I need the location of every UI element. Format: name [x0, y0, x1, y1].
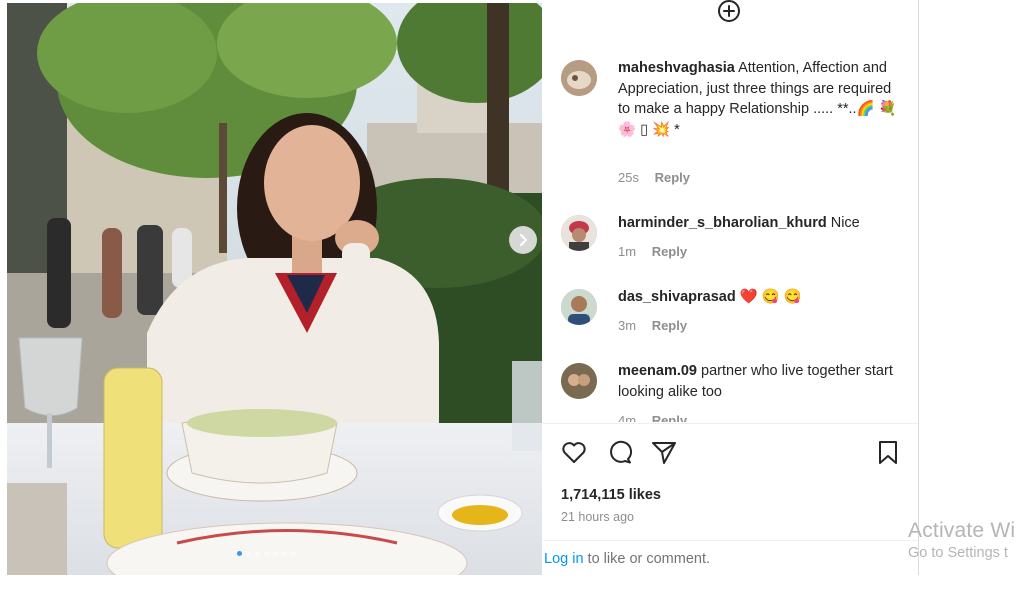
post-time: 21 hours ago — [561, 510, 634, 524]
comment-meta: 1m Reply — [618, 244, 687, 259]
reply-button[interactable]: Reply — [652, 318, 687, 333]
comment-time: 4m — [618, 413, 637, 422]
comment-text: harminder_s_bharolian_khurd Nice — [618, 213, 900, 234]
comment-text: das_shivaprasad ❤️ 😋 😋 — [618, 287, 900, 308]
avatar[interactable] — [561, 289, 597, 325]
reply-button[interactable]: Reply — [652, 413, 687, 422]
carousel-dot — [237, 551, 242, 556]
comment-username[interactable]: meenam.09 — [618, 363, 697, 379]
login-prompt: Log in to like or comment. — [543, 540, 918, 575]
bookmark-icon[interactable] — [874, 438, 902, 466]
comment-time: 3m — [618, 318, 637, 333]
post-image — [7, 3, 542, 575]
login-prompt-text: to like or comment. — [583, 551, 711, 567]
reply-button[interactable]: Reply — [655, 170, 690, 185]
comment-text: meenam.09 partner who live together star… — [618, 361, 900, 402]
paper-plane-icon[interactable] — [650, 438, 678, 466]
post-actions: 1,714,115 likes 21 hours ago Log in to l… — [543, 423, 918, 574]
avatar[interactable] — [561, 60, 597, 96]
next-photo-button[interactable] — [509, 226, 537, 254]
speech-bubble-icon[interactable] — [605, 438, 633, 466]
comment-body: ❤️ 😋 😋 — [739, 289, 802, 305]
comment-meta: 4m Reply — [618, 413, 687, 422]
likes-count[interactable]: 1,714,115 likes — [561, 487, 661, 503]
comment-body: Nice — [830, 215, 860, 231]
watermark-title: Activate Wi — [908, 519, 1016, 542]
activate-windows-watermark: Activate Wi Go to Settings t — [908, 519, 1024, 561]
carousel-dot — [264, 551, 269, 556]
carousel-dot — [291, 551, 296, 556]
comment-username[interactable]: maheshvaghasia — [618, 60, 735, 76]
comment-meta: 25s Reply — [618, 170, 690, 185]
watermark-subtitle: Go to Settings t — [908, 545, 1008, 561]
chevron-right-icon — [519, 233, 528, 247]
carousel-dot — [246, 551, 251, 556]
comments-list[interactable]: maheshvaghasia Attention, Affection and … — [543, 48, 918, 422]
avatar[interactable] — [561, 215, 597, 251]
avatar[interactable] — [561, 363, 597, 399]
comment-meta: 3m Reply — [618, 318, 687, 333]
login-link[interactable]: Log in — [544, 551, 584, 567]
comment-text: maheshvaghasia Attention, Affection and … — [618, 58, 900, 140]
carousel-dot — [282, 551, 287, 556]
comment-username[interactable]: harminder_s_bharolian_khurd — [618, 215, 827, 231]
plus-circle-icon[interactable] — [716, 0, 742, 26]
heart-icon[interactable] — [560, 438, 588, 466]
reply-button[interactable]: Reply — [652, 244, 687, 259]
carousel-dots — [237, 551, 296, 556]
comment-time: 25s — [618, 170, 639, 185]
comment-username[interactable]: das_shivaprasad — [618, 289, 736, 305]
comment-time: 1m — [618, 244, 637, 259]
carousel-dot — [255, 551, 260, 556]
carousel-dot — [273, 551, 278, 556]
post-photo[interactable] — [7, 3, 542, 575]
post-side-panel: maheshvaghasia Attention, Affection and … — [543, 0, 919, 575]
